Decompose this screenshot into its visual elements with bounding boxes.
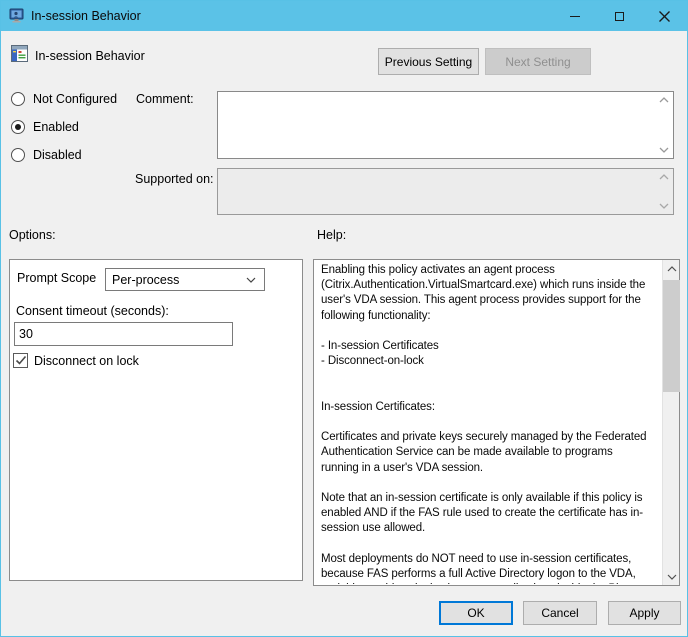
scroll-down-icon[interactable] [658,146,670,154]
radio-not-configured[interactable]: Not Configured [11,92,117,106]
minimize-icon [570,16,580,17]
prompt-scope-label: Prompt Scope [17,271,96,285]
maximize-icon [615,12,624,21]
caption-buttons [552,1,687,31]
next-setting-button[interactable]: Next Setting [485,48,591,75]
consent-timeout-input[interactable] [14,322,233,346]
prompt-scope-dropdown[interactable]: Per-process [105,268,265,291]
close-icon [659,11,670,22]
radio-label: Enabled [33,120,79,134]
setting-name: In-session Behavior [35,49,145,63]
policy-monitor-icon [9,8,25,24]
cancel-button[interactable]: Cancel [523,601,597,625]
scroll-up-icon[interactable] [658,96,670,104]
radio-circle-icon [11,92,25,106]
scroll-down-icon [658,202,670,210]
maximize-button[interactable] [597,1,642,31]
close-button[interactable] [642,1,687,31]
help-scrollbar[interactable] [662,260,679,585]
radio-disabled[interactable]: Disabled [11,148,82,162]
radio-circle-selected-icon [11,120,25,134]
help-panel: Enabling this policy activates an agent … [313,259,680,586]
help-text: Enabling this policy activates an agent … [321,263,659,584]
window-title: In-session Behavior [31,9,141,23]
radio-label: Not Configured [33,92,117,106]
checkbox-checked-icon[interactable] [13,353,28,368]
help-section-label: Help: [317,228,346,242]
chevron-down-icon [246,277,256,283]
previous-setting-button[interactable]: Previous Setting [378,48,479,75]
comment-textarea[interactable] [217,91,674,159]
options-section-label: Options: [9,228,56,242]
comment-label: Comment: [136,92,194,106]
options-panel: Prompt Scope Per-process Consent timeout… [9,259,303,581]
prompt-scope-value: Per-process [112,273,246,287]
scroll-up-icon [658,173,670,181]
policy-setting-dialog: In-session Behavior In-session Behavior [0,0,688,637]
titlebar[interactable]: In-session Behavior [1,1,687,31]
disconnect-on-lock-label: Disconnect on lock [34,354,139,368]
disconnect-on-lock-option[interactable]: Disconnect on lock [13,353,139,368]
consent-timeout-label: Consent timeout (seconds): [16,304,169,318]
supported-on-textarea [217,168,674,215]
radio-circle-icon [11,148,25,162]
radio-label: Disabled [33,148,82,162]
radio-enabled[interactable]: Enabled [11,120,79,134]
group-policy-setting-icon [11,45,28,62]
apply-button[interactable]: Apply [608,601,681,625]
scrollbar-thumb[interactable] [663,280,680,392]
supported-on-label: Supported on: [135,172,214,186]
minimize-button[interactable] [552,1,597,31]
ok-button[interactable]: OK [439,601,513,625]
scroll-up-icon[interactable] [663,260,680,277]
scroll-down-icon[interactable] [663,568,680,585]
